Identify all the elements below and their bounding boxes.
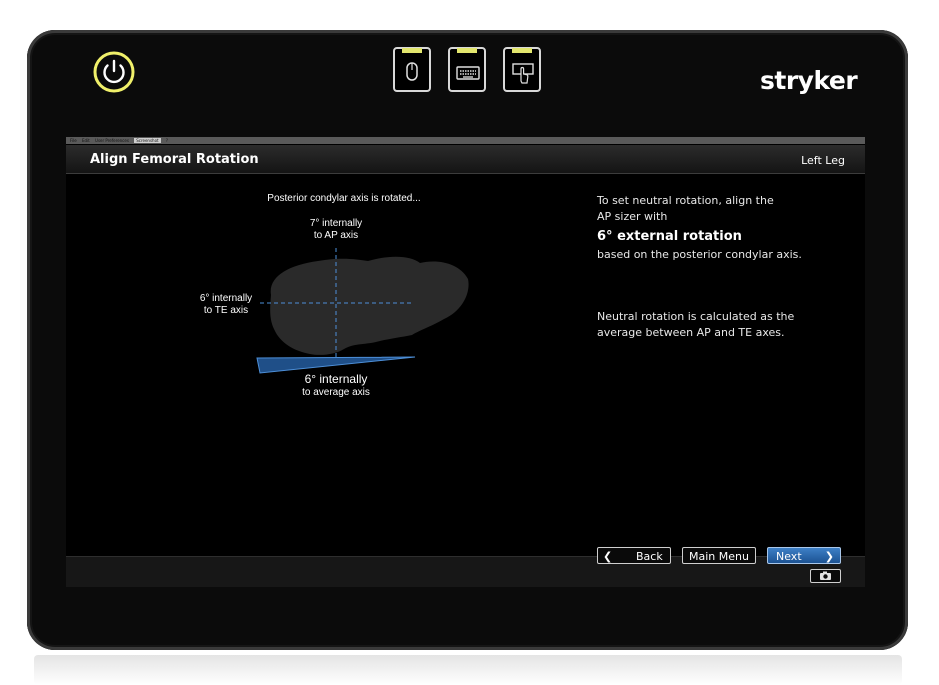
instruction-line: based on the posterior condylar axis. (597, 248, 802, 261)
power-icon[interactable] (92, 50, 136, 94)
camera-icon (820, 571, 831, 580)
diagram-caption: Posterior condylar axis is rotated... (267, 193, 420, 204)
instruction-line: AP sizer with (597, 210, 668, 223)
menu-edit[interactable]: Edit (82, 138, 90, 143)
chevron-right-icon: ❯ (824, 550, 834, 563)
next-button[interactable]: Next ❯ (767, 547, 841, 564)
touch-icon (512, 63, 534, 84)
average-axis-label-line1: 6° internally (305, 372, 368, 386)
app-screen: File Edit User Preferences Screenshot ? … (66, 137, 865, 587)
status-led (512, 48, 532, 53)
status-led (402, 48, 422, 53)
note-line: average between AP and TE axes. (597, 326, 785, 339)
leg-indicator: Left Leg (801, 154, 845, 167)
mouse-mode-button[interactable] (393, 47, 431, 92)
menu-help[interactable]: ? (166, 138, 168, 143)
page-header: Align Femoral Rotation Left Leg (66, 145, 865, 174)
main-menu-button[interactable]: Main Menu (682, 547, 756, 564)
rotation-value: 6° external rotation (597, 229, 742, 244)
femoral-rotation-diagram: Posterior condylar axis is rotated... 7°… (200, 193, 469, 398)
next-label: Next (776, 550, 802, 563)
stryker-logo: stryker (760, 66, 858, 95)
device-reflection (34, 655, 902, 685)
te-axis-label-line2: to TE axis (204, 305, 248, 316)
menu-file[interactable]: File (70, 138, 77, 143)
femur-silhouette (270, 256, 469, 355)
note-line: Neutral rotation is calculated as the (597, 310, 795, 323)
chevron-left-icon: ❮ (603, 550, 613, 563)
menu-bar: File Edit User Preferences Screenshot ? (66, 137, 865, 144)
back-button[interactable]: ❮ Back (597, 547, 671, 564)
page-title: Align Femoral Rotation (90, 152, 259, 167)
keyboard-mode-button[interactable] (448, 47, 486, 92)
touch-mode-button[interactable] (503, 47, 541, 92)
keyboard-icon (456, 66, 480, 80)
mouse-icon (406, 62, 418, 81)
back-label: Back (636, 550, 663, 563)
average-axis-label-line2: to average axis (302, 387, 370, 398)
te-axis-label-line1: 6° internally (200, 293, 252, 304)
menu-screenshot[interactable]: Screenshot (134, 138, 161, 143)
menu-user-preferences[interactable]: User Preferences (95, 138, 129, 143)
screenshot-button[interactable] (810, 569, 841, 583)
main-menu-label: Main Menu (689, 550, 749, 563)
ap-axis-label-line2: to AP axis (314, 230, 358, 241)
instruction-panel: To set neutral rotation, align the AP si… (597, 193, 837, 341)
instruction-line: To set neutral rotation, align the (597, 194, 774, 207)
rotation-angle-wedge (256, 356, 416, 374)
ap-axis-label-line1: 7° internally (310, 218, 362, 229)
status-led (457, 48, 477, 53)
